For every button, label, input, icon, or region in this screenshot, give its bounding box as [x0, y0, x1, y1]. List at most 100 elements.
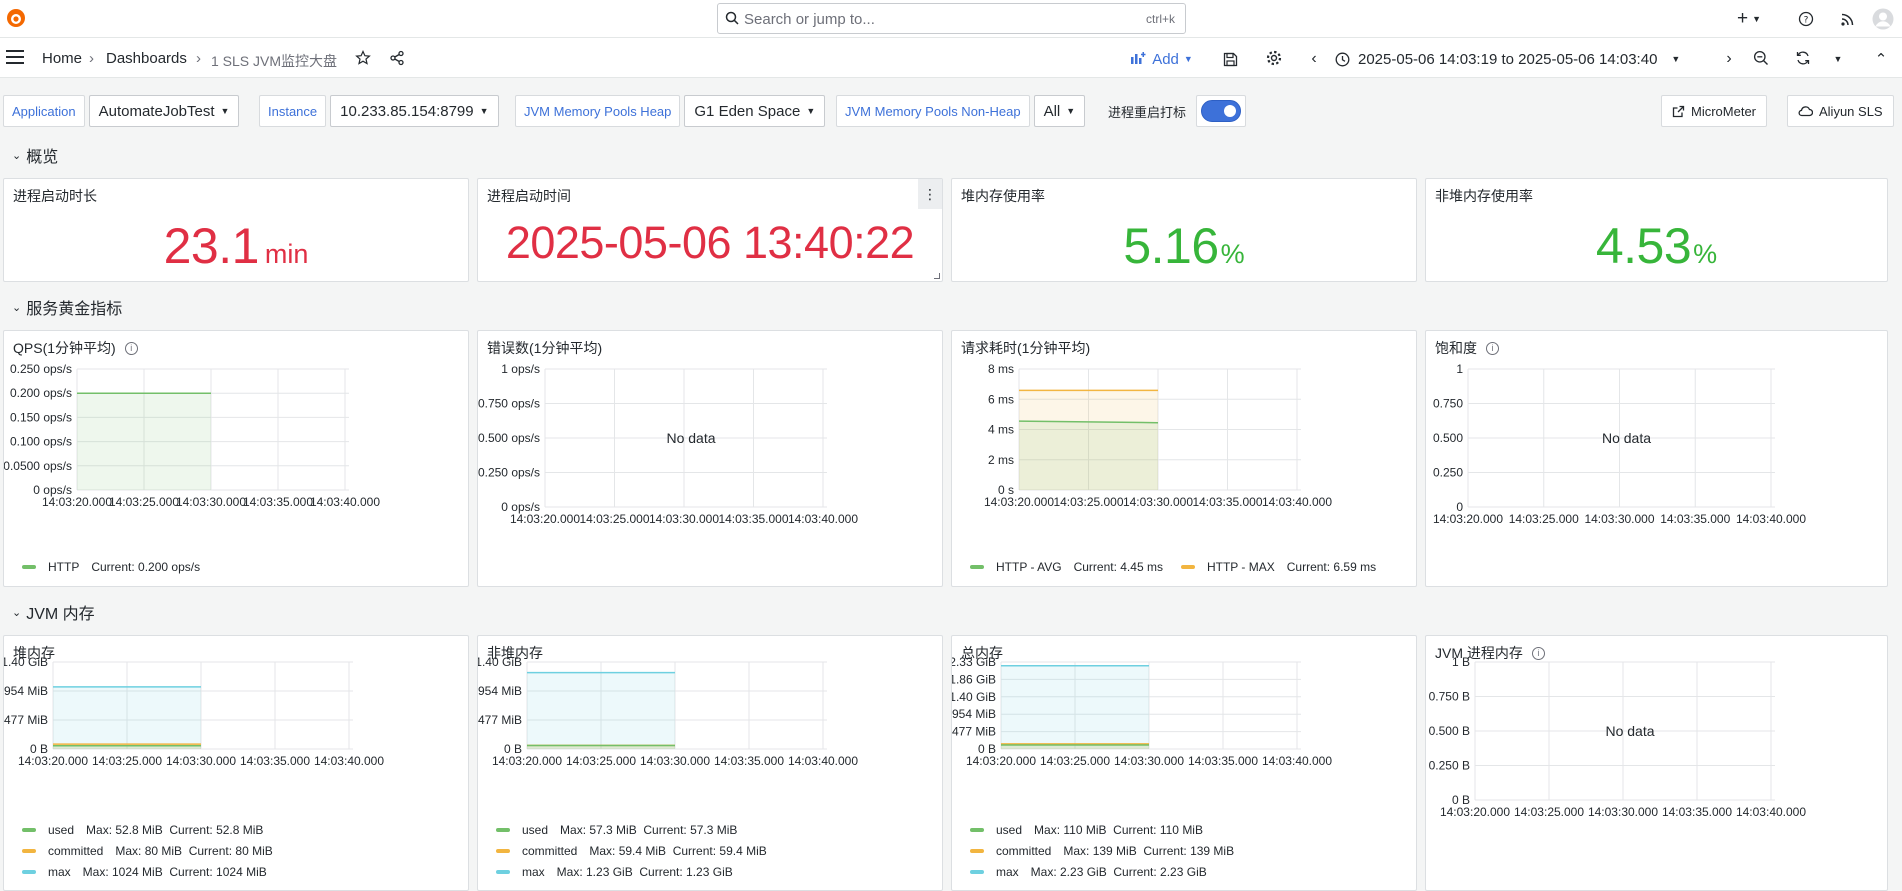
- menu-icon[interactable]: [5, 49, 25, 65]
- stat-panel-start-time: 进程启动时间 ⋮ 2025-05-06 13:40:22: [477, 178, 943, 282]
- clock-icon: [1335, 52, 1350, 67]
- y-tick-label: 954 MiB: [952, 707, 996, 721]
- heap-legend-used[interactable]: used Max: 52.8 MiB Current: 52.8 MiB: [22, 823, 263, 837]
- heap-legend-max[interactable]: max Max: 1024 MiB Current: 1024 MiB: [22, 865, 267, 879]
- nonheap-legend-committed[interactable]: committed Max: 59.4 MiB Current: 59.4 MiB: [496, 844, 767, 858]
- row-overview[interactable]: ⌄ 概览: [12, 143, 58, 167]
- breadcrumb-dashboards[interactable]: Dashboards: [106, 50, 187, 67]
- row-golden-signals[interactable]: ⌄ 服务黄金指标: [12, 295, 122, 319]
- y-tick-label: 0.250 ops/s: [478, 466, 540, 480]
- legend-current: Current: 0.200 ops/s: [91, 560, 201, 574]
- news-rss-icon[interactable]: [1838, 10, 1856, 28]
- variable-select-application[interactable]: AutomateJobTest ▼: [88, 95, 240, 127]
- y-tick-label: 4 ms: [988, 423, 1014, 437]
- user-avatar[interactable]: [1871, 7, 1895, 31]
- x-tick-label: 14:03:40.000: [788, 512, 858, 526]
- legend-item[interactable]: HTTP - MAX Current: 6.59 ms: [1180, 560, 1376, 574]
- star-icon[interactable]: [354, 49, 372, 67]
- x-tick-label: 14:03:25.000: [109, 495, 179, 509]
- stat-number: 2025-05-06 13:40:22: [505, 217, 915, 268]
- legend-swatch: [496, 870, 510, 874]
- legend-item[interactable]: HTTP - AVG Current: 4.45 ms: [970, 560, 1163, 574]
- panel-title: 非堆内存使用率: [1435, 188, 1533, 204]
- variable-select-instance[interactable]: 10.233.85.154:8799 ▼: [330, 95, 499, 127]
- restart-marker-label: 进程重启打标: [1108, 104, 1187, 120]
- collapse-chevron-up-icon[interactable]: ⌃: [1872, 45, 1890, 73]
- stat-number: 4.53: [1595, 218, 1692, 274]
- legend-series-name: used: [996, 823, 1023, 837]
- refresh-interval-chevron-down-icon[interactable]: ▼: [1831, 45, 1845, 73]
- x-tick-label: 14:03:30.000: [649, 512, 719, 526]
- panel-title: 堆内存使用率: [961, 188, 1045, 204]
- settings-gear-icon[interactable]: [1265, 49, 1283, 67]
- stat-panel-heap-usage: 堆内存使用率 5.16%: [951, 178, 1417, 282]
- variable-value: AutomateJobTest: [98, 102, 215, 120]
- refresh-icon[interactable]: [1794, 49, 1812, 67]
- top-bar: Search or jump to... ctrl+k + ▼ ?: [0, 0, 1902, 38]
- y-tick-label: 0.500 B: [1429, 724, 1470, 738]
- timeseries-panel-errors: 错误数(1分钟平均) 1 ops/s 0.750 ops/s 0.500 ops/s…: [477, 330, 943, 587]
- latency-chart: 8 ms6 ms4 ms2 ms0 s14:03:20.000 14:03:25.…: [984, 362, 1332, 509]
- variable-select-nonheap[interactable]: All ▼: [1033, 95, 1086, 127]
- y-tick-label: 0.500 ops/s: [478, 431, 540, 445]
- nonheap-legend-used[interactable]: used Max: 57.3 MiB Current: 57.3 MiB: [496, 823, 737, 837]
- time-shift-forward-icon[interactable]: ›: [1721, 45, 1737, 73]
- row-title-overview: 概览: [26, 149, 59, 166]
- aliyun-sls-link-label: Aliyun SLS: [1819, 103, 1883, 119]
- y-tick-label: 0.0500 ops/s: [4, 459, 72, 473]
- no-data-label: No data: [666, 430, 715, 446]
- y-tick-label: 0.750: [1433, 397, 1463, 411]
- legend-item[interactable]: HTTP Current: 0.200 ops/s: [22, 560, 200, 574]
- x-tick-label: 14:03:35.000: [243, 495, 313, 509]
- chevron-down-icon: ▼: [1183, 54, 1193, 64]
- restart-marker-toggle[interactable]: [1201, 100, 1242, 122]
- x-tick-label: 14:03:20.000: [984, 495, 1054, 509]
- breadcrumb-dashboard-title: 1 SLS JVM监控大盘: [211, 53, 338, 69]
- nonheap-legend-max[interactable]: max Max: 1.23 GiB Current: 1.23 GiB: [496, 865, 733, 879]
- series-area-http-avg: [1019, 421, 1158, 490]
- x-tick-label: 14:03:20.000: [1440, 805, 1510, 819]
- total-legend-committed[interactable]: committed Max: 139 MiB Current: 139 MiB: [970, 844, 1234, 858]
- saturation-chart: 10.7500.5000.250014:03:20.000 14:03:25.00…: [1433, 362, 1806, 526]
- timeseries-panel-process-memory: JVM 进程内存 i 1 B 0.750 B 0.500 B 0.250 B0 B 14:…: [1425, 635, 1888, 891]
- x-tick-label: 14:03:25.000: [566, 754, 636, 768]
- aliyun-sls-link[interactable]: Aliyun SLS: [1787, 95, 1894, 127]
- y-tick-label: 0.250 B: [1429, 759, 1470, 773]
- x-tick-label: 14:03:35.000: [1662, 805, 1732, 819]
- variable-label-application: Application: [3, 95, 85, 127]
- row-jvm-memory[interactable]: ⌄ JVM 内存: [12, 600, 95, 624]
- legend-swatch: [22, 870, 36, 874]
- x-tick-label: 14:03:40.000: [314, 754, 384, 768]
- x-tick-label: 14:03:20.000: [1433, 512, 1503, 526]
- latency-legend: HTTP - AVG Current: 4.45 ms HTTP - MAX Cur…: [970, 560, 1394, 574]
- time-picker[interactable]: 2025-05-06 14:03:19 to 2025-05-06 14:03:…: [1335, 45, 1707, 73]
- zoom-out-icon[interactable]: [1752, 49, 1770, 67]
- y-tick-label: 1.40 GiB: [4, 655, 48, 669]
- breadcrumb-home[interactable]: Home: [42, 50, 82, 67]
- legend-swatch: [22, 849, 36, 853]
- x-tick-label: 14:03:30.000: [640, 754, 710, 768]
- heap-legend-committed[interactable]: committed Max: 80 MiB Current: 80 MiB: [22, 844, 273, 858]
- micrometer-link[interactable]: MicroMeter: [1661, 95, 1768, 127]
- variable-select-heap[interactable]: G1 Eden Space ▼: [684, 95, 826, 127]
- search-bar[interactable]: Search or jump to... ctrl+k: [717, 3, 1186, 34]
- y-tick-label: 954 MiB: [478, 684, 522, 698]
- x-tick-label: 14:03:35.000: [714, 754, 784, 768]
- save-icon[interactable]: [1221, 50, 1239, 68]
- add-button[interactable]: Add ▼: [1126, 45, 1198, 73]
- cloud-icon: [1798, 105, 1813, 117]
- new-menu-button[interactable]: + ▼: [1732, 5, 1766, 33]
- no-data-label: No data: [1602, 430, 1651, 446]
- y-tick-label: 0.250: [1433, 466, 1463, 480]
- panel-menu-icon[interactable]: ⋮: [918, 179, 942, 209]
- grafana-logo-icon[interactable]: [4, 6, 28, 30]
- time-shift-back-icon[interactable]: ‹: [1306, 45, 1322, 73]
- total-legend-max[interactable]: max Max: 2.23 GiB Current: 2.23 GiB: [970, 865, 1207, 879]
- total-legend-used[interactable]: used Max: 110 MiB Current: 110 MiB: [970, 823, 1203, 837]
- share-icon[interactable]: [388, 49, 406, 67]
- variable-value: All: [1043, 102, 1061, 120]
- x-tick-label: 14:03:25.000: [1053, 495, 1123, 509]
- help-icon[interactable]: ?: [1797, 10, 1815, 28]
- stat-value: 4.53%: [1426, 217, 1887, 275]
- resize-handle-icon[interactable]: [934, 273, 940, 279]
